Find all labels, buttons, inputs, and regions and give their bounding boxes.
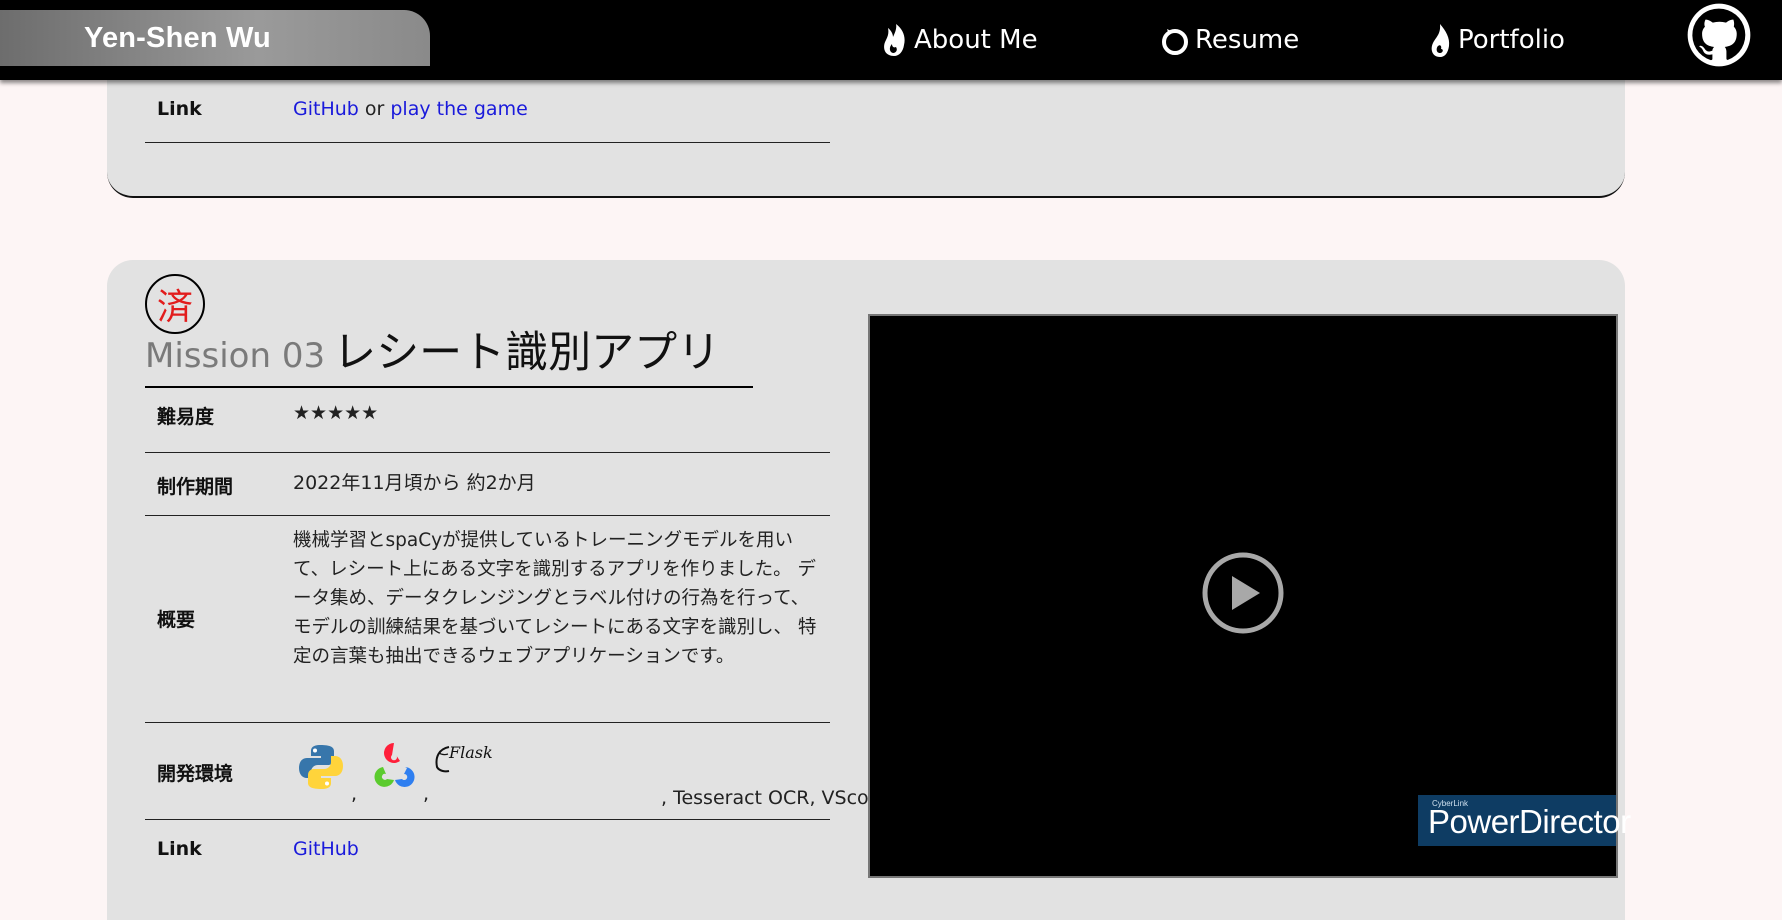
- flask-icon: Flask: [433, 743, 493, 773]
- mission-name: レシート識別アプリ: [333, 328, 721, 378]
- row-label: 難易度: [157, 406, 215, 428]
- link-row: Link GitHub: [145, 820, 830, 886]
- overview-value: 機械学習とspaCyが提供しているトレーニングモデルを用いて、レシート上にある文…: [293, 530, 817, 667]
- row-label: Link: [157, 838, 202, 860]
- site-header: Yen-Shen Wu About Me Resume Portfolio: [0, 0, 1782, 80]
- nav-label: Portfolio: [1458, 25, 1565, 55]
- period-row: 制作期間 2022年11月頃から 約2か月: [145, 453, 830, 516]
- tech-icons: , , Flask , Tesseract OCR, VScode 等: [293, 735, 917, 815]
- flask-text: Flask: [449, 743, 493, 762]
- nav-about-me[interactable]: About Me: [880, 20, 1038, 60]
- python-icon: [299, 745, 343, 789]
- row-label: 開発環境: [157, 763, 234, 785]
- flame-icon: [884, 24, 905, 56]
- comma: ,: [423, 783, 430, 805]
- nav-label: About Me: [914, 25, 1038, 55]
- github-icon[interactable]: [1686, 2, 1752, 68]
- overview-row: 概要 機械学習とspaCyが提供しているトレーニングモデルを用いて、レシート上に…: [145, 516, 830, 723]
- row-value: GitHub: [293, 834, 823, 864]
- github-link[interactable]: GitHub: [293, 98, 359, 120]
- row-label: 制作期間: [157, 476, 234, 498]
- difficulty-stars: ★★★★★: [293, 402, 379, 424]
- site-name[interactable]: Yen-Shen Wu: [84, 22, 271, 55]
- ouroboros-icon: [1162, 29, 1188, 55]
- mission-number: Mission 03: [145, 336, 326, 376]
- droplet-flame-icon: [1431, 24, 1450, 57]
- opencv-icon: [374, 743, 415, 787]
- nav-resume[interactable]: Resume: [1161, 20, 1299, 60]
- difficulty-row: 難易度 ★★★★★: [145, 376, 830, 453]
- row-label: 概要: [157, 609, 196, 631]
- row-label: Link: [157, 98, 202, 120]
- nav-label: Resume: [1195, 25, 1300, 55]
- row-value: GitHub or play the game: [293, 94, 823, 124]
- environment-row: 開発環境 , , Flask , Tesseract OCR, VScode 等: [145, 723, 917, 820]
- play-icon[interactable]: [1202, 552, 1284, 634]
- play-game-link[interactable]: play the game: [390, 98, 527, 120]
- powerdirector-watermark: CyberLink PowerDirector: [1418, 795, 1631, 846]
- github-link[interactable]: GitHub: [293, 838, 359, 860]
- nav-portfolio[interactable]: Portfolio: [1428, 20, 1565, 60]
- watermark-big: PowerDirector: [1428, 803, 1631, 840]
- comma: ,: [351, 783, 358, 805]
- mission-card: 済 Mission 03 レシート識別アプリ 難易度 ★★★★★ 制作期間 202…: [107, 260, 1631, 920]
- or-text: or: [364, 98, 385, 120]
- demo-video[interactable]: CyberLink PowerDirector: [868, 314, 1631, 878]
- period-value: 2022年11月頃から 約2か月: [293, 472, 536, 494]
